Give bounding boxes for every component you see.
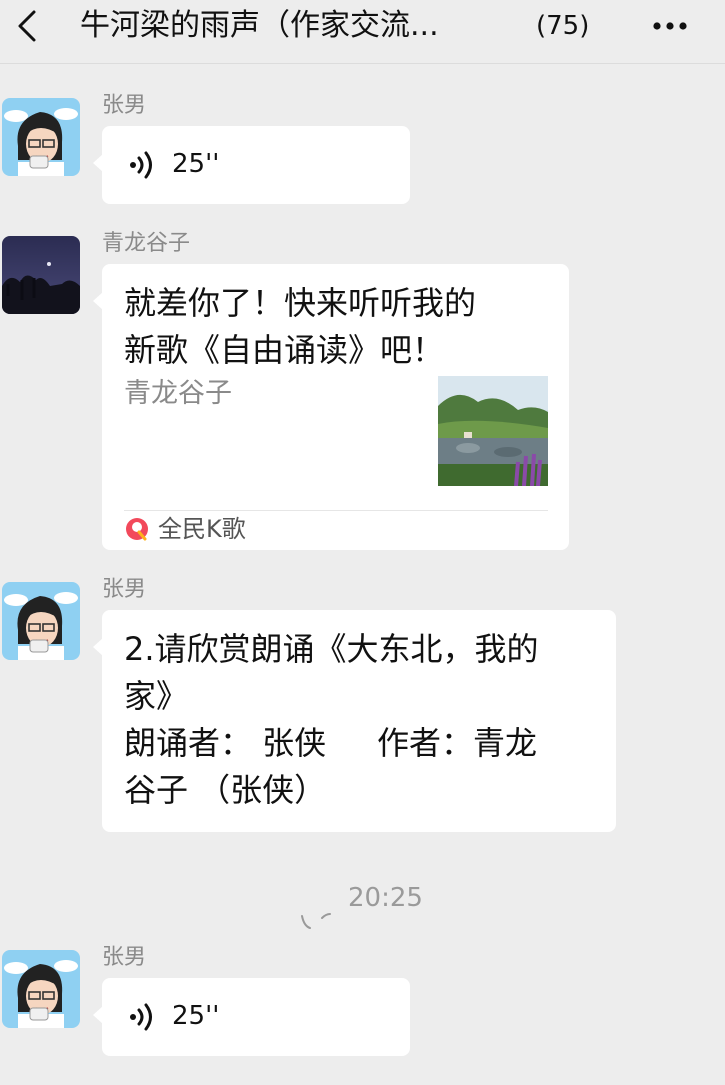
chat-title[interactable]: 牛河梁的雨声（作家交流... <box>80 6 520 46</box>
kge-logo-icon <box>126 518 148 541</box>
card-title: 就差你了！快来听听我的 新歌《自由诵读》吧！ <box>124 284 477 369</box>
member-count: (75) <box>536 11 590 41</box>
avatar[interactable] <box>2 98 80 176</box>
sender-name: 张男 <box>102 93 147 118</box>
voice-duration: 25'' <box>172 149 220 179</box>
sender-name: 青龙谷子 <box>102 231 191 256</box>
avatar[interactable] <box>2 950 80 1028</box>
voice-duration: 25'' <box>172 1001 220 1031</box>
card-divider <box>124 510 548 511</box>
avatar[interactable] <box>2 236 80 314</box>
voice-icon <box>130 151 152 179</box>
more-icon[interactable] <box>648 10 692 42</box>
card-thumbnail <box>438 376 548 487</box>
loading-icon <box>301 913 331 929</box>
message-text: 张男 2.请欣赏朗诵《大东北，我的 家》 朗诵者： 张侠 作者：青龙 谷子 （张… <box>0 574 725 844</box>
card-source: 全民K歌 <box>158 515 246 543</box>
sender-name: 张男 <box>102 945 147 970</box>
message-share-card: 青龙谷子 就差你了！快来听听我的 新歌《自由诵读》吧！ 青龙谷子 全民K歌 <box>0 228 725 558</box>
back-icon[interactable] <box>8 6 48 46</box>
voice-bubble[interactable]: 25'' <box>93 978 410 1056</box>
voice-bubble[interactable]: 25'' <box>93 126 410 204</box>
message-text-content: 2.请欣赏朗诵《大东北，我的 家》 朗诵者： 张侠 作者：青龙 谷子 （张侠） <box>124 630 539 809</box>
card-author: 青龙谷子 <box>124 378 232 409</box>
message-voice: 张男 25'' <box>0 942 725 1066</box>
voice-icon <box>130 1003 152 1031</box>
avatar[interactable] <box>2 582 80 660</box>
share-card[interactable]: 就差你了！快来听听我的 新歌《自由诵读》吧！ 青龙谷子 全民K歌 <box>93 264 569 550</box>
timestamp: 20:25 <box>348 883 423 913</box>
chat-header: 牛河梁的雨声（作家交流... (75) <box>0 0 725 64</box>
text-bubble[interactable]: 2.请欣赏朗诵《大东北，我的 家》 朗诵者： 张侠 作者：青龙 谷子 （张侠） <box>93 610 616 832</box>
sender-name: 张男 <box>102 577 147 602</box>
message-voice: 张男 25'' <box>0 90 725 210</box>
